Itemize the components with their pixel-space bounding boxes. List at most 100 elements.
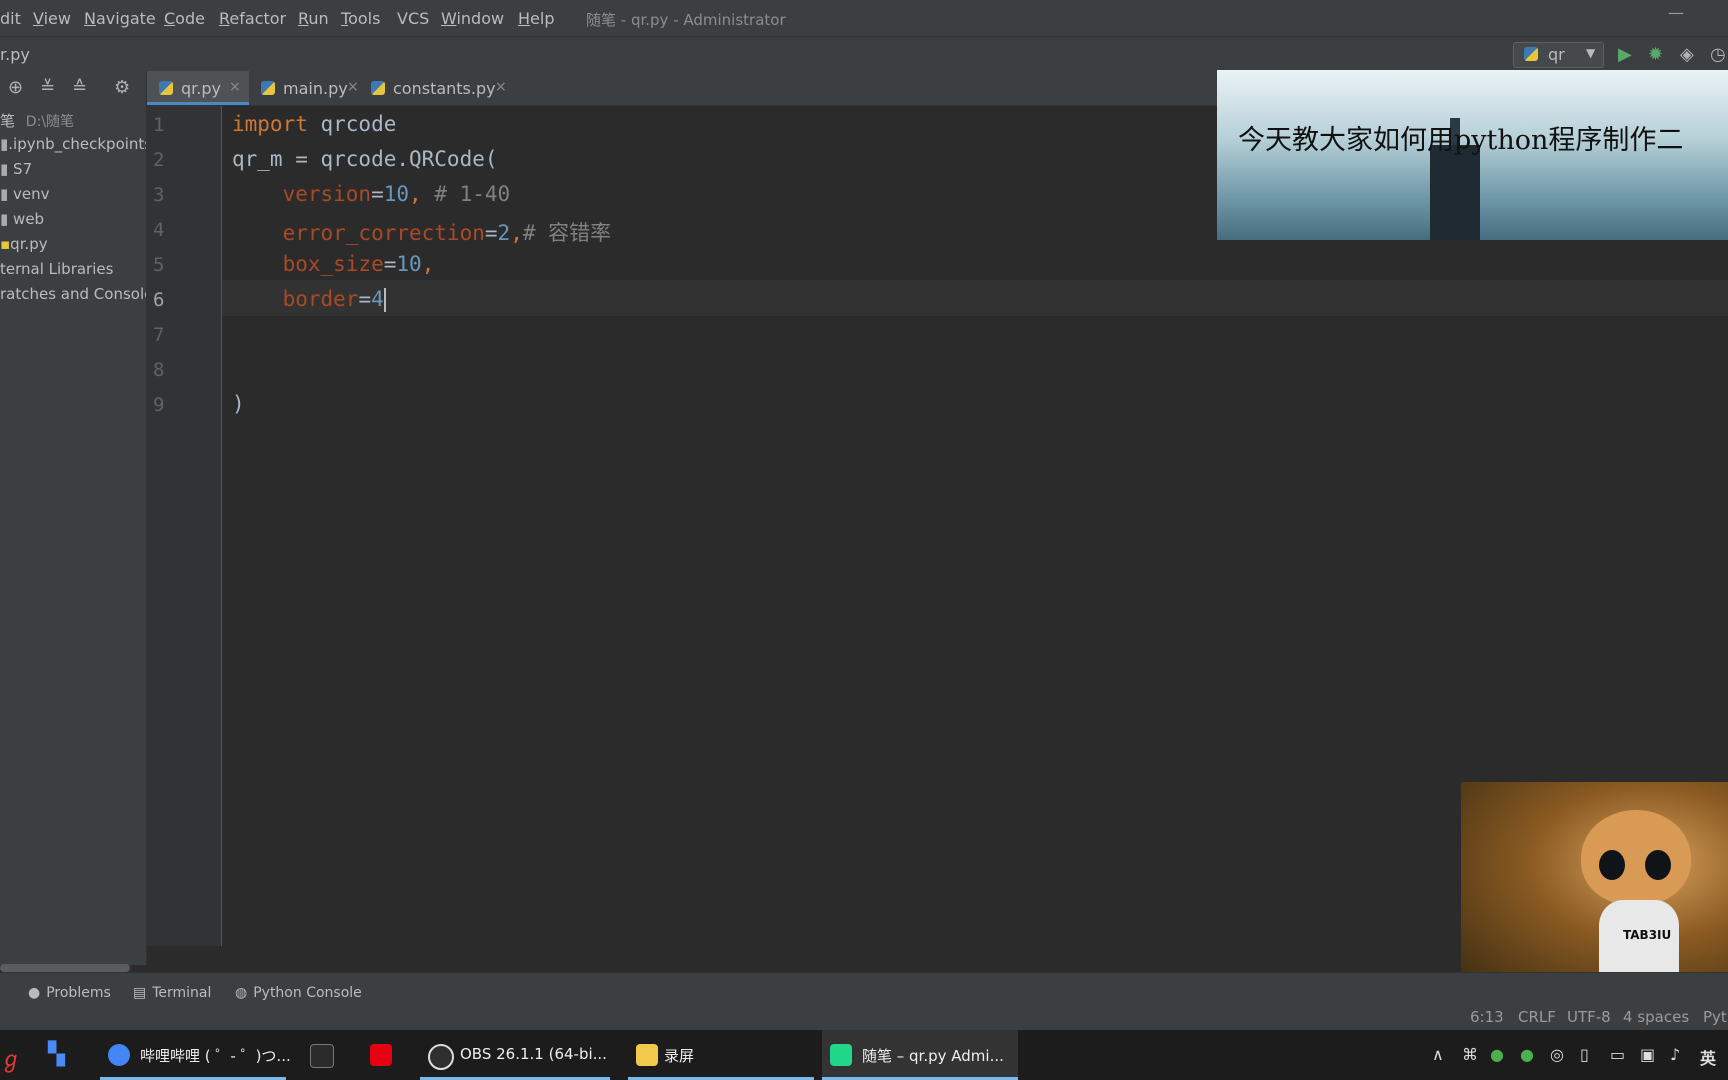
- shield-icon[interactable]: ◈: [1680, 44, 1694, 65]
- status-bar: 6:13 CRLF UTF-8 4 spaces Pyth: [0, 1002, 1728, 1030]
- minimize-button[interactable]: —: [1668, 3, 1684, 22]
- tab-main-py[interactable]: main.py ×: [249, 71, 359, 105]
- code-line-2: qr_m = qrcode.QRCode(: [232, 147, 498, 171]
- terminal-icon: ▤: [133, 985, 147, 1001]
- bug-icon[interactable]: ✹: [1648, 44, 1663, 65]
- tool-window-problems[interactable]: ● Problems: [28, 985, 111, 1001]
- tree-item-ipynb-checkpoints[interactable]: ▮.ipynb_checkpoints: [0, 135, 146, 153]
- tab-qr-py[interactable]: qr.py ×: [147, 71, 249, 105]
- window-title: 随笔 - qr.py - Administrator: [586, 11, 786, 29]
- line-number: 4: [153, 219, 165, 241]
- menu-edit[interactable]: dit: [0, 9, 21, 28]
- line-number: 7: [153, 324, 165, 346]
- tree-item-venv[interactable]: ▮ venv: [0, 185, 50, 203]
- code-line-6: border=4: [282, 287, 386, 312]
- input-tool-icon[interactable]: ▯: [1580, 1045, 1589, 1064]
- menu-tools[interactable]: Tools: [341, 9, 380, 28]
- file-encoding[interactable]: UTF-8: [1567, 1008, 1611, 1026]
- chevron-up-icon[interactable]: ∧: [1432, 1045, 1444, 1064]
- network-icon[interactable]: ▣: [1640, 1045, 1655, 1064]
- youdao-icon: [370, 1044, 392, 1066]
- indent-setting[interactable]: 4 spaces: [1623, 1008, 1689, 1026]
- close-icon[interactable]: ×: [229, 79, 241, 95]
- play-icon[interactable]: ▶: [1618, 44, 1632, 65]
- network-app-icon[interactable]: ⌘: [1462, 1045, 1478, 1064]
- gear-icon[interactable]: ⚙: [114, 77, 130, 98]
- cat-eye: [1599, 850, 1625, 880]
- navigation-bar: r.py qr ▼ ▶ ✹ ◈ ◷: [0, 36, 1728, 72]
- text-caret: [383, 288, 386, 312]
- bookmark-app-icon[interactable]: ▚: [48, 1042, 65, 1067]
- taskbar-app-pycharm[interactable]: 随笔 – qr.py Admi...: [822, 1030, 1018, 1080]
- breadcrumb-file[interactable]: r.py: [0, 45, 30, 64]
- code-line-1: import qrcode: [232, 112, 397, 136]
- webcam-overlay: TAB3IU: [1461, 782, 1728, 986]
- windows-taskbar: ℊ ▚ 哔哩哔哩 ( ゜- ゜)つ... OBS 26.1.1 (64-bi..…: [0, 1030, 1728, 1080]
- python-file-icon: [371, 81, 385, 95]
- taskbar-app-obs[interactable]: OBS 26.1.1 (64-bi...: [420, 1030, 610, 1080]
- chrome-icon: [108, 1044, 130, 1066]
- taskbar-app-browser[interactable]: 哔哩哔哩 ( ゜- ゜)つ...: [100, 1030, 291, 1080]
- menu-run[interactable]: Run: [298, 9, 329, 28]
- close-icon[interactable]: ×: [347, 79, 359, 95]
- wechat-icon[interactable]: ●: [1490, 1045, 1504, 1064]
- tree-root-label: 笔: [0, 112, 16, 130]
- tree-root[interactable]: 笔 D:\随笔: [0, 110, 74, 131]
- tree-item-qr-py[interactable]: ▪qr.py: [0, 235, 48, 253]
- code-line-3: version=10, # 1-40: [282, 182, 511, 206]
- tree-item-web[interactable]: ▮ web: [0, 210, 44, 228]
- menu-view[interactable]: View: [33, 9, 71, 28]
- wechat-icon[interactable]: ●: [1520, 1045, 1534, 1064]
- code-line-5: box_size=10,: [282, 252, 435, 276]
- shirt-text: TAB3IU: [1623, 928, 1672, 942]
- menu-navigate[interactable]: Navigate: [84, 9, 156, 28]
- tree-item-s7[interactable]: ▮ S7: [0, 160, 32, 178]
- line-separator[interactable]: CRLF: [1518, 1008, 1556, 1026]
- interpreter[interactable]: Pyth: [1703, 1008, 1728, 1026]
- bird-app-icon: [310, 1044, 334, 1068]
- chevron-down-icon: ▼: [1586, 46, 1596, 60]
- banner-text: 今天教大家如何用python程序制作二: [1238, 125, 1684, 156]
- python-file-icon: [261, 81, 275, 95]
- obs-icon: [428, 1044, 454, 1070]
- taskbar-app-folder[interactable]: 录屏: [628, 1030, 814, 1080]
- tree-item-external-libraries[interactable]: ternal Libraries: [0, 260, 113, 278]
- tool-window-terminal[interactable]: ▤ Terminal: [133, 985, 211, 1001]
- input-method-indicator[interactable]: 英: [1700, 1045, 1716, 1069]
- code-line-9: ): [232, 392, 245, 416]
- run-config-label: qr: [1548, 45, 1565, 64]
- run-config-select[interactable]: qr ▼: [1513, 42, 1604, 68]
- battery-icon[interactable]: ▭: [1610, 1045, 1625, 1064]
- collapse-all-icon[interactable]: ≙: [72, 77, 87, 98]
- app-logo-icon[interactable]: ℊ: [0, 1042, 22, 1074]
- menu-code[interactable]: Code: [164, 9, 205, 28]
- tab-constants-py[interactable]: constants.py ×: [359, 71, 509, 105]
- expand-all-icon[interactable]: ≚: [40, 77, 55, 98]
- menu-refactor[interactable]: Refactor: [219, 9, 286, 28]
- taskbar-app-bird[interactable]: [302, 1030, 342, 1080]
- locate-icon[interactable]: ⊕: [8, 77, 23, 98]
- close-icon[interactable]: ×: [495, 79, 507, 95]
- taskbar-app-youdao[interactable]: [362, 1030, 402, 1080]
- line-number: 8: [153, 359, 165, 381]
- menu-bar: dit View Navigate Code Refactor Run Tool…: [0, 0, 1728, 36]
- cat-avatar: [1581, 810, 1691, 905]
- caret-position[interactable]: 6:13: [1470, 1008, 1504, 1026]
- python-console-icon: ◍: [235, 985, 248, 1001]
- tab-label: qr.py: [181, 79, 221, 98]
- python-file-icon: [1524, 47, 1538, 61]
- menu-help[interactable]: Help: [518, 9, 554, 28]
- tree-item-scratches[interactable]: ratches and Console: [0, 285, 146, 303]
- app-tray-icon[interactable]: ◎: [1550, 1045, 1564, 1064]
- tool-window-python-console[interactable]: ◍ Python Console: [235, 985, 362, 1001]
- info-icon: ●: [28, 985, 41, 1001]
- line-number: 1: [153, 114, 165, 136]
- menu-window[interactable]: Window: [441, 9, 504, 28]
- pycharm-icon: [830, 1044, 852, 1066]
- volume-icon[interactable]: ♪: [1670, 1045, 1680, 1064]
- line-number: 2: [153, 149, 165, 171]
- taskbar-app-label: 哔哩哔哩 ( ゜- ゜)つ...: [140, 1047, 291, 1065]
- project-scrollbar[interactable]: [0, 964, 130, 972]
- menu-vcs[interactable]: VCS: [397, 9, 429, 28]
- clock-icon[interactable]: ◷: [1710, 44, 1726, 65]
